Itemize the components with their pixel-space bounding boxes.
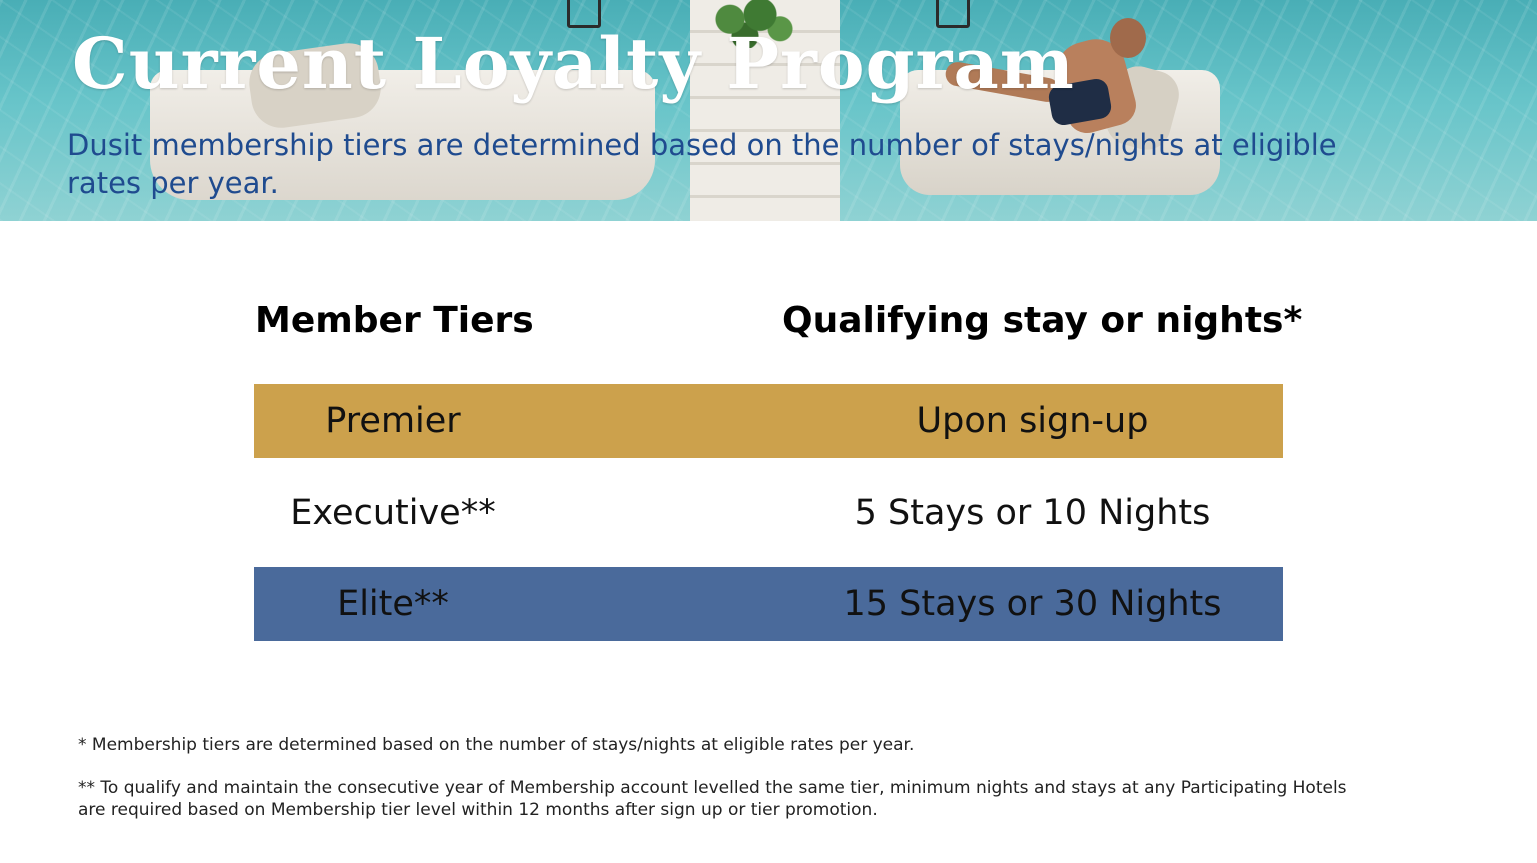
tier-qualifying: 15 Stays or 30 Nights (843, 584, 1222, 624)
tier-name: Premier (325, 401, 461, 441)
table-row-premier: Premier Upon sign-up (254, 384, 1283, 458)
sunbather-head (1110, 18, 1146, 58)
table-row-elite: Elite** 15 Stays or 30 Nights (254, 567, 1283, 641)
footnote-double-asterisk: ** To qualify and maintain the consecuti… (78, 778, 1347, 820)
column-header-member-tiers: Member Tiers (255, 300, 534, 341)
tier-name: Executive** (290, 493, 496, 533)
tier-name: Elite** (337, 584, 449, 624)
column-header-qualifying: Qualifying stay or nights* (782, 300, 1303, 341)
tier-qualifying: Upon sign-up (916, 401, 1149, 441)
tier-qualifying: 5 Stays or 10 Nights (854, 493, 1211, 533)
footnote-single-asterisk: * Membership tiers are determined based … (78, 735, 915, 755)
table-row-executive: Executive** 5 Stays or 10 Nights (254, 476, 1283, 550)
pool-banner-image: Current Loyalty Program Dusit membership… (0, 0, 1537, 221)
page-subtitle: Dusit membership tiers are determined ba… (67, 128, 1337, 200)
page-title: Current Loyalty Program (72, 22, 1075, 105)
